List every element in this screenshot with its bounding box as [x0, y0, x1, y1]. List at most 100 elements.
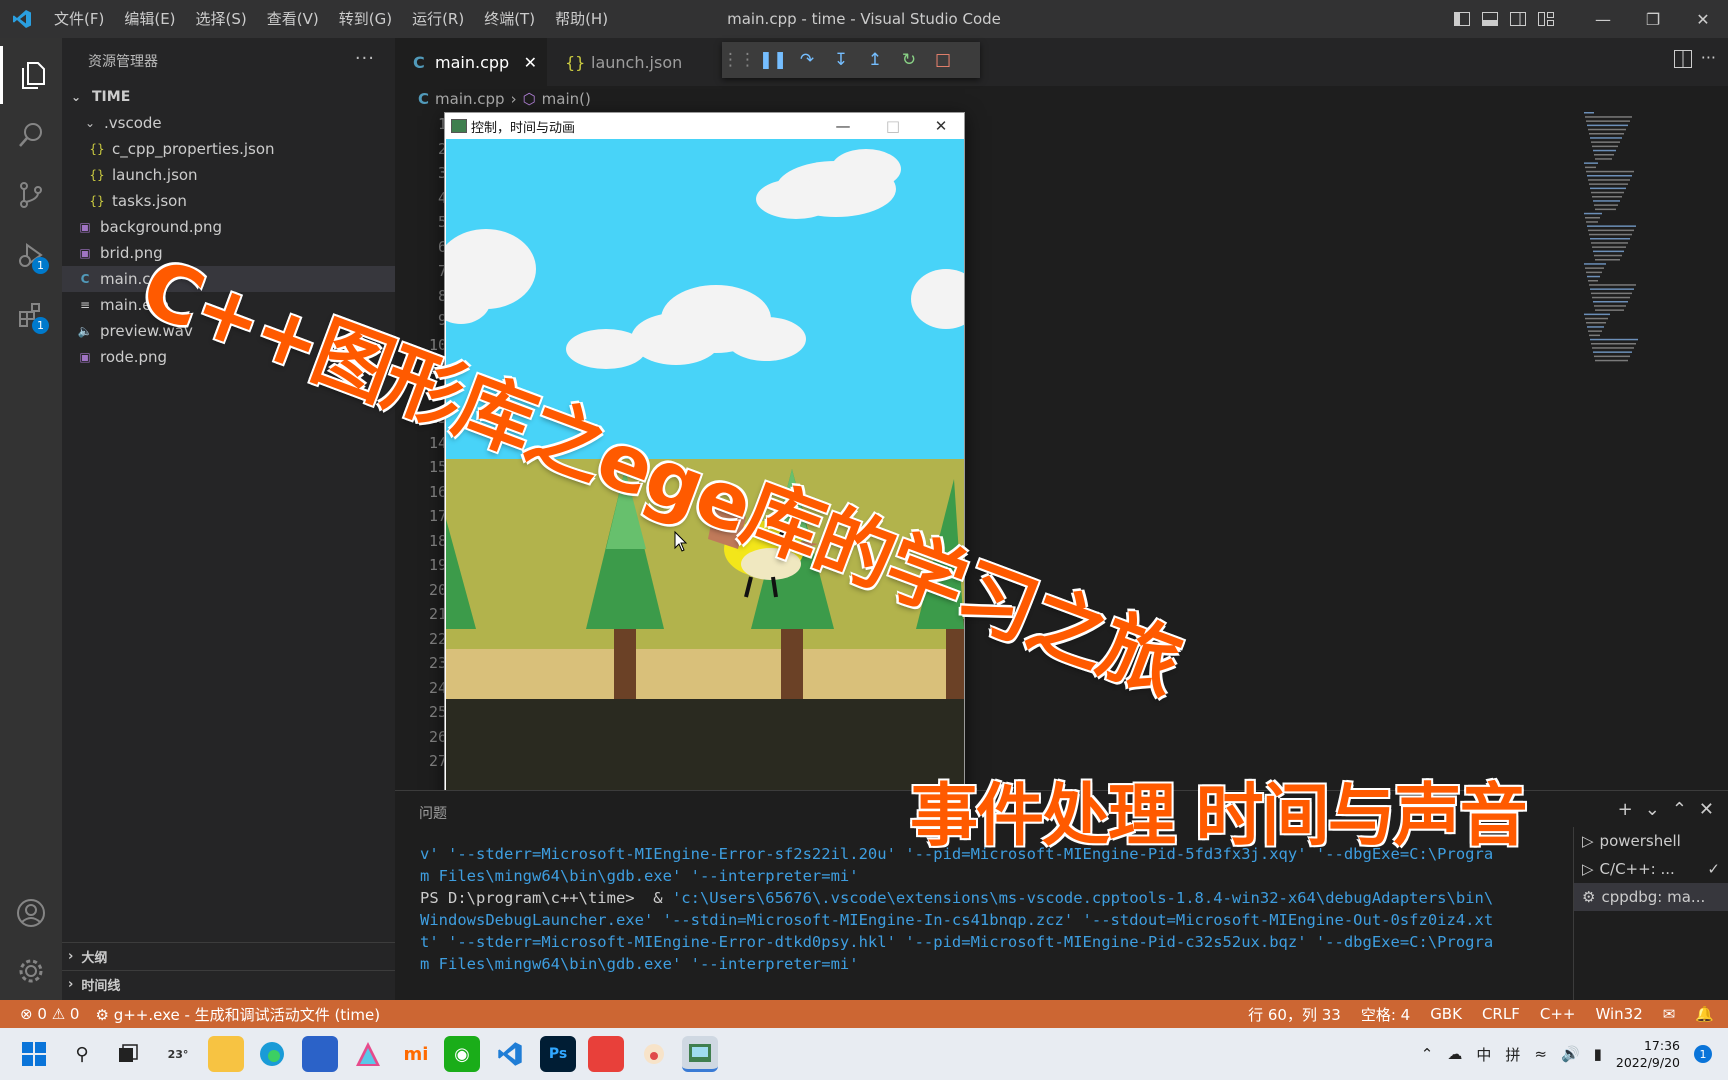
step-out-icon[interactable]: ↥	[858, 50, 892, 70]
platform[interactable]: Win32	[1595, 1005, 1642, 1023]
ime-pinyin[interactable]: 拼	[1505, 1044, 1520, 1065]
problems-status[interactable]: ⊗ 0 ⚠ 0	[20, 1005, 79, 1023]
minimap-line	[1595, 259, 1620, 261]
file-launch-json[interactable]: {} launch.json	[62, 162, 395, 188]
language-mode[interactable]: C++	[1540, 1005, 1576, 1023]
task-view-icon[interactable]	[110, 1036, 146, 1072]
restore-button[interactable]: ❐	[1628, 0, 1678, 38]
battery-icon[interactable]: ▮	[1594, 1045, 1602, 1063]
minimap-line	[1586, 271, 1602, 274]
mi-icon[interactable]: mi	[398, 1036, 434, 1072]
clock-time: 17:36	[1643, 1038, 1680, 1053]
ime-mode[interactable]: 中	[1476, 1044, 1491, 1065]
minimap[interactable]	[1580, 112, 1690, 382]
tab-launch-json[interactable]: {} launch.json	[547, 38, 697, 86]
game-maximize-button[interactable]: □	[869, 113, 917, 139]
tab-main-cpp[interactable]: C main.cpp ✕	[395, 38, 547, 86]
photoshop-icon[interactable]: Ps	[540, 1036, 576, 1072]
menu-edit[interactable]: 编辑(E)	[114, 0, 185, 38]
folder-vscode[interactable]: ⌄ .vscode	[62, 110, 395, 136]
feedback-icon[interactable]: ✉	[1663, 1005, 1676, 1023]
extensions-icon[interactable]: 1	[0, 286, 62, 344]
notification-badge[interactable]: 1	[1694, 1045, 1712, 1063]
minimap-line	[1584, 212, 1602, 215]
breadcrumb-symbol[interactable]: main()	[542, 90, 591, 108]
end-of-line[interactable]: CRLF	[1482, 1005, 1520, 1023]
source-control-icon[interactable]	[0, 166, 62, 224]
tab-problems[interactable]: 问题	[419, 803, 447, 823]
stop-icon[interactable]: □	[926, 50, 960, 70]
weather-widget[interactable]: 23°	[160, 1036, 196, 1072]
toggle-secondary-sidebar-icon[interactable]	[1504, 0, 1532, 38]
close-panel-icon[interactable]: ✕	[1699, 799, 1714, 820]
workspace-root[interactable]: ⌄ TIME	[62, 84, 395, 110]
file-c-cpp-properties[interactable]: {} c_cpp_properties.json	[62, 136, 395, 162]
wechat-icon[interactable]: ◉	[444, 1036, 480, 1072]
terminal-item[interactable]: ▷ C/C++: ... ✓	[1574, 855, 1728, 883]
store-icon[interactable]	[302, 1036, 338, 1072]
menu-file[interactable]: 文件(F)	[44, 0, 114, 38]
encoding[interactable]: GBK	[1430, 1005, 1462, 1023]
minimap-line	[1591, 191, 1624, 194]
settings-gear-icon[interactable]	[0, 942, 62, 1000]
editor-more-icon[interactable]: ···	[1701, 48, 1716, 67]
file-background-png[interactable]: ▣ background.png	[62, 214, 395, 240]
cloud-icon[interactable]: ☁	[1447, 1045, 1462, 1063]
file-tasks-json[interactable]: {} tasks.json	[62, 188, 395, 214]
indentation[interactable]: 空格: 4	[1361, 1004, 1410, 1025]
explorer-icon[interactable]	[0, 46, 62, 104]
more-actions-icon[interactable]: ···	[355, 48, 375, 69]
maximize-panel-icon[interactable]: ⌃	[1672, 799, 1687, 820]
minimap-line	[1586, 120, 1630, 122]
restart-icon[interactable]: ↻	[892, 50, 926, 70]
app-icon[interactable]	[588, 1036, 624, 1072]
clock[interactable]: 17:36 2022/9/20	[1616, 1037, 1680, 1071]
bell-icon[interactable]: 🔔	[1695, 1005, 1714, 1023]
menu-go[interactable]: 转到(G)	[329, 0, 402, 38]
step-into-icon[interactable]: ↧	[824, 50, 858, 70]
new-terminal-icon[interactable]: +	[1618, 799, 1633, 820]
pause-icon[interactable]: ❚❚	[756, 50, 790, 70]
app-icon[interactable]	[350, 1036, 386, 1072]
terminal-output[interactable]: v' '--stderr=Microsoft-MIEngine-Error-sf…	[420, 843, 1728, 975]
split-editor-icon[interactable]	[1674, 50, 1692, 72]
minimize-button[interactable]: —	[1578, 0, 1628, 38]
breadcrumb-file[interactable]: main.cpp	[435, 90, 505, 108]
menu-run[interactable]: 运行(R)	[402, 0, 474, 38]
game-close-button[interactable]: ✕	[917, 113, 964, 139]
menu-terminal[interactable]: 终端(T)	[474, 0, 545, 38]
wifi-icon[interactable]: ≈	[1534, 1045, 1547, 1063]
close-tab-icon[interactable]: ✕	[524, 53, 537, 72]
menu-view[interactable]: 查看(V)	[257, 0, 329, 38]
debug-task-status[interactable]: ⚙ g++.exe - 生成和调试活动文件 (time)	[95, 1004, 380, 1025]
search-icon[interactable]	[0, 106, 62, 164]
chevron-down-icon[interactable]: ⌄	[1645, 799, 1660, 820]
drag-handle-icon[interactable]: ⋮⋮	[722, 50, 756, 70]
toggle-sidebar-icon[interactable]	[1448, 0, 1476, 38]
chevron-up-icon[interactable]: ⌃	[1421, 1045, 1434, 1063]
outline-section[interactable]: › 大纲	[62, 942, 395, 970]
terminal-item[interactable]: ▷ powershell	[1574, 827, 1728, 855]
step-over-icon[interactable]: ↷	[790, 50, 824, 70]
menu-help[interactable]: 帮助(H)	[545, 0, 618, 38]
close-button[interactable]: ✕	[1678, 0, 1728, 38]
ege-app-icon[interactable]	[682, 1036, 718, 1072]
customize-layout-icon[interactable]	[1532, 0, 1560, 38]
vscode-icon[interactable]	[492, 1036, 528, 1072]
search-icon[interactable]: ⚲	[64, 1036, 100, 1072]
terminal-item[interactable]: ⚙ cppdbg: ma...	[1574, 883, 1728, 911]
file-label: background.png	[100, 218, 223, 236]
volume-icon[interactable]: 🔊	[1561, 1045, 1580, 1063]
edge-icon[interactable]	[254, 1036, 290, 1072]
toggle-panel-icon[interactable]	[1476, 0, 1504, 38]
cursor-position[interactable]: 行 60，列 33	[1248, 1004, 1341, 1025]
run-debug-icon[interactable]: 1	[0, 226, 62, 284]
timeline-section[interactable]: › 时间线	[62, 970, 395, 998]
minimap-line	[1590, 238, 1630, 240]
accounts-icon[interactable]	[0, 884, 62, 942]
start-icon[interactable]	[16, 1036, 52, 1072]
file-explorer-icon[interactable]	[208, 1036, 244, 1072]
game-minimize-button[interactable]: —	[819, 113, 867, 139]
app-icon[interactable]	[636, 1036, 672, 1072]
menu-selection[interactable]: 选择(S)	[186, 0, 257, 38]
